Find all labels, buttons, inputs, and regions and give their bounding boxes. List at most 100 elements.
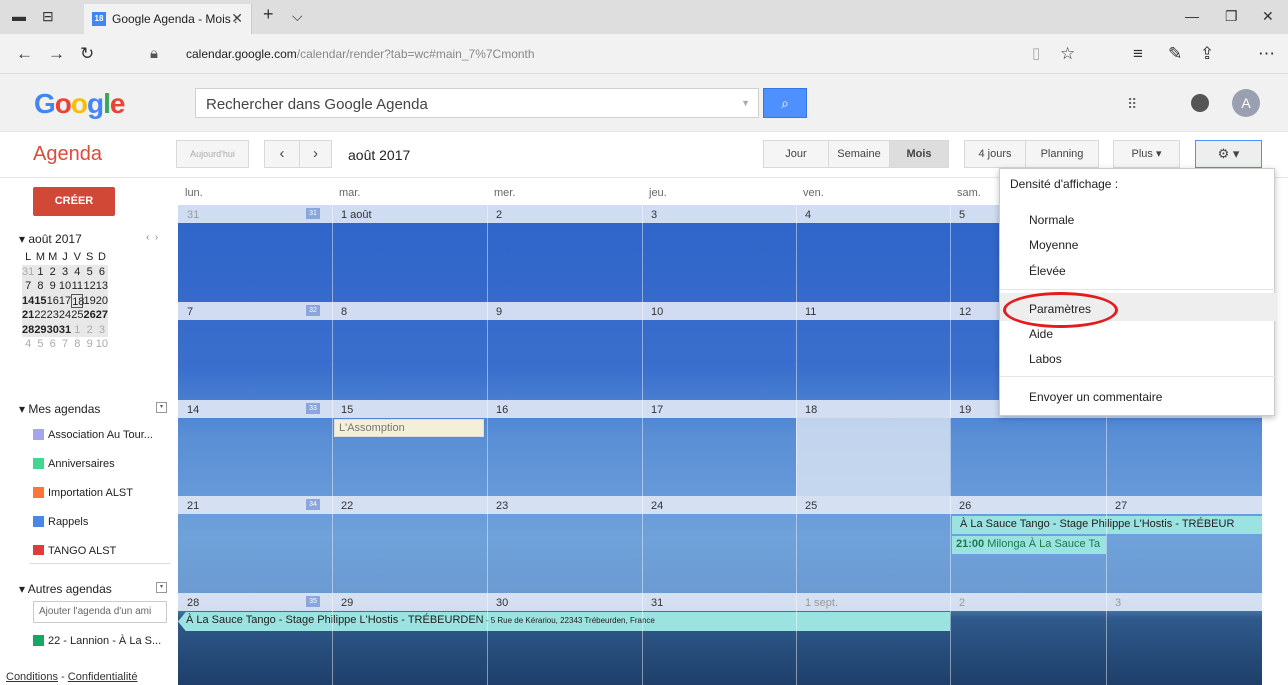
mini-day[interactable]: 9 <box>83 337 95 352</box>
day-number[interactable]: 11 <box>805 306 816 318</box>
mini-calendar-nav[interactable]: ‹ › <box>146 232 158 243</box>
calendar-item[interactable]: 22 - Lannion - À La S... <box>33 635 161 647</box>
week-number[interactable]: 34 <box>306 499 320 510</box>
week-number[interactable]: 31 <box>306 208 320 219</box>
mini-day[interactable]: 19 <box>83 294 96 309</box>
day-number[interactable]: 2 <box>959 597 965 609</box>
view-planning-button[interactable]: Planning <box>1025 140 1099 168</box>
apps-grid-icon[interactable]: ⠿ <box>1127 96 1137 113</box>
privacy-link[interactable]: Confidentialité <box>68 671 138 683</box>
day-number[interactable]: 2 <box>496 209 502 221</box>
mini-day[interactable]: 9 <box>47 279 59 294</box>
density-normal[interactable]: Normale <box>1029 213 1074 227</box>
hub-icon[interactable]: ≡ <box>1133 44 1143 64</box>
day-number[interactable]: 12 <box>959 306 971 318</box>
tab-preview-icon[interactable]: ⊟ <box>42 8 54 25</box>
calendar-item[interactable]: Association Au Tour... <box>33 429 153 441</box>
mini-day[interactable]: 29 <box>34 323 46 338</box>
day-number[interactable]: 31 <box>651 597 663 609</box>
mini-day[interactable]: 2 <box>83 323 95 338</box>
mini-day[interactable]: 15 <box>34 294 46 309</box>
calendar-item[interactable]: Anniversaires <box>33 458 115 470</box>
mini-day[interactable]: 24 <box>59 308 71 323</box>
prev-period-button[interactable]: ‹ <box>264 140 300 168</box>
refresh-icon[interactable]: ↻ <box>80 44 94 64</box>
mini-day[interactable]: 23 <box>47 308 59 323</box>
day-number[interactable]: 14 <box>187 404 199 416</box>
day-number[interactable]: 27 <box>1115 500 1127 512</box>
day-number[interactable]: 8 <box>341 306 347 318</box>
day-number[interactable]: 18 <box>805 404 817 416</box>
mini-day[interactable]: 27 <box>96 308 108 323</box>
calendar-item[interactable]: Importation ALST <box>33 487 133 499</box>
view-week-button[interactable]: Semaine <box>828 140 890 168</box>
view-month-button[interactable]: Mois <box>889 140 949 168</box>
menu-item-labs[interactable]: Labos <box>1029 352 1062 366</box>
mini-day[interactable]: 20 <box>96 294 108 309</box>
notifications-icon[interactable] <box>1191 94 1209 112</box>
mini-day[interactable]: 6 <box>96 265 108 280</box>
search-input[interactable]: Rechercher dans Google Agenda ▼ <box>195 88 759 118</box>
day-number[interactable]: 22 <box>341 500 353 512</box>
next-period-button[interactable]: › <box>299 140 332 168</box>
mini-day[interactable]: 2 <box>47 265 59 280</box>
mini-day[interactable]: 3 <box>59 265 71 280</box>
search-button[interactable]: ⌕ <box>763 88 807 118</box>
day-number[interactable]: 28 <box>187 597 199 609</box>
day-number[interactable]: 5 <box>959 209 965 221</box>
event-assumption[interactable]: L'Assomption <box>334 419 484 437</box>
add-friend-calendar-input[interactable]: Ajouter l'agenda d'un ami <box>33 601 167 623</box>
mini-day[interactable]: 3 <box>96 323 108 338</box>
minimize-icon[interactable]: — <box>1185 8 1199 24</box>
day-number[interactable]: 3 <box>651 209 657 221</box>
mini-day[interactable]: 7 <box>59 337 71 352</box>
mini-day[interactable]: 7 <box>22 279 34 294</box>
mini-day[interactable]: 31 <box>22 265 34 280</box>
day-number[interactable]: 29 <box>341 597 353 609</box>
mini-day[interactable]: 1 <box>34 265 46 280</box>
day-number[interactable]: 4 <box>805 209 811 221</box>
tab-actions-icon[interactable]: ▬ <box>12 8 26 24</box>
reading-view-icon[interactable]: ▯ <box>1032 44 1040 62</box>
mini-day[interactable]: 4 <box>71 265 83 280</box>
day-number[interactable]: 30 <box>496 597 508 609</box>
calendar-item[interactable]: Rappels <box>33 516 88 528</box>
more-icon[interactable]: ⋯ <box>1258 44 1275 64</box>
my-calendars-title[interactable]: ▾ Mes agendas <box>19 402 100 416</box>
today-button[interactable]: Aujourd'hui <box>176 140 249 168</box>
back-icon[interactable]: ← <box>16 44 33 64</box>
day-number[interactable]: 21 <box>187 500 199 512</box>
mini-day[interactable]: 28 <box>22 323 34 338</box>
day-number[interactable]: 1 août <box>341 209 372 221</box>
mini-day[interactable]: 21 <box>22 308 34 323</box>
event-stage-week4[interactable]: À La Sauce Tango - Stage Philippe L'Host… <box>952 516 1262 534</box>
mini-day[interactable]: 10 <box>59 279 71 294</box>
week-number[interactable]: 35 <box>306 596 320 607</box>
week-number[interactable]: 32 <box>306 305 320 316</box>
more-button[interactable]: Plus ▾ <box>1113 140 1180 168</box>
menu-item-feedback[interactable]: Envoyer un commentaire <box>1029 390 1162 404</box>
day-number[interactable]: 1 sept. <box>805 597 838 609</box>
day-number[interactable]: 26 <box>959 500 971 512</box>
week-number[interactable]: 33 <box>306 403 320 414</box>
mini-day[interactable]: 1 <box>71 323 83 338</box>
settings-button[interactable]: ⚙ ▾ <box>1195 140 1262 168</box>
avatar[interactable]: A <box>1232 89 1260 117</box>
day-number[interactable]: 7 <box>187 306 193 318</box>
tab-list-icon[interactable]: ⌵ <box>292 8 303 25</box>
day-number[interactable]: 23 <box>496 500 508 512</box>
day-number[interactable]: 24 <box>651 500 663 512</box>
mini-day[interactable]: 26 <box>83 308 96 323</box>
day-number[interactable]: 16 <box>496 404 508 416</box>
day-number[interactable]: 9 <box>496 306 502 318</box>
mini-day[interactable]: 12 <box>83 279 96 294</box>
density-high[interactable]: Élevée <box>1029 264 1066 278</box>
day-number[interactable]: 25 <box>805 500 817 512</box>
menu-item-help[interactable]: Aide <box>1029 327 1053 341</box>
restore-icon[interactable]: ❐ <box>1225 8 1238 25</box>
my-calendars-menu-icon[interactable]: ▾ <box>156 402 167 413</box>
mini-day[interactable]: 11 <box>71 279 83 294</box>
share-icon[interactable]: ⇪ <box>1200 44 1214 64</box>
mini-day[interactable]: 16 <box>47 294 59 309</box>
url-field[interactable]: calendar.google.com/calendar/render?tab=… <box>186 47 535 61</box>
